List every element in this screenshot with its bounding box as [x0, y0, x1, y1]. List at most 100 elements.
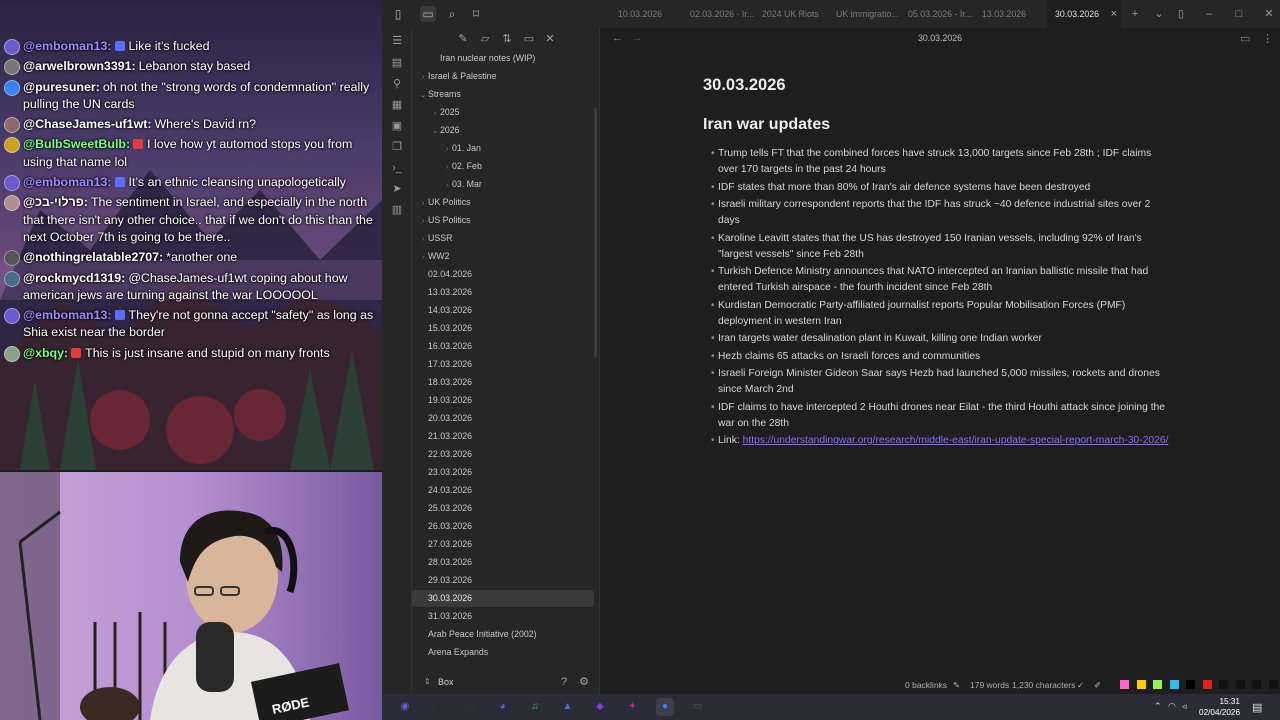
tree-file[interactable]: 20.03.2026	[412, 410, 594, 427]
volume-icon[interactable]: ◃	[1182, 701, 1187, 712]
discord-icon[interactable]: ◕	[494, 698, 512, 716]
tab[interactable]: 02.03.2026 - Ir...	[690, 0, 758, 28]
note-title[interactable]: 30.03.2026	[703, 74, 1173, 96]
new-tab-icon[interactable]: +	[1128, 7, 1142, 21]
tree-folder[interactable]: › US Politics	[412, 212, 594, 229]
sort-icon[interactable]: ⇅	[500, 32, 514, 46]
steam-icon[interactable]: S	[429, 698, 447, 716]
color-swatch[interactable]	[1169, 680, 1179, 689]
tree-folder[interactable]: › 01. Jan	[412, 140, 594, 157]
daily-note-icon[interactable]: ▤	[390, 56, 404, 70]
bookmark-icon[interactable]: ⌑	[468, 6, 484, 22]
tree-folder[interactable]: › 02. Feb	[412, 158, 594, 175]
tree-file[interactable]: 02.04.2026	[412, 266, 594, 283]
close-window-icon[interactable]: ✕	[1262, 7, 1276, 21]
network-icon[interactable]: ◠	[1168, 701, 1176, 712]
backlinks-count[interactable]: 0 backlinks	[905, 680, 947, 690]
tree-file[interactable]: 17.03.2026	[412, 356, 594, 373]
color-swatch[interactable]	[1219, 680, 1228, 689]
editor[interactable]: 30.03.2026 Iran war updates Trump tells …	[600, 50, 1276, 676]
tree-file[interactable]: 26.03.2026	[412, 518, 594, 535]
tree-file[interactable]: 25.03.2026	[412, 500, 594, 517]
files-icon[interactable]: ▭	[420, 6, 436, 22]
tree-file[interactable]: 18.03.2026	[412, 374, 594, 391]
chrome-icon[interactable]: ●	[656, 698, 674, 716]
tab[interactable]: 13.03.2026	[982, 0, 1050, 28]
new-note-icon[interactable]: ✎	[456, 32, 470, 46]
tree-folder[interactable]: › USSR	[412, 230, 594, 247]
search-icon[interactable]: ⌕	[444, 6, 460, 22]
sync-check-icon[interactable]: ✓	[1077, 680, 1084, 691]
more-options-icon[interactable]: ⋮	[1262, 32, 1273, 45]
right-sidebar-icon[interactable]: ▯	[1174, 7, 1188, 21]
tree-file[interactable]: 29.03.2026	[412, 572, 594, 589]
color-swatch[interactable]	[1136, 680, 1146, 689]
maximize-icon[interactable]: □	[1232, 7, 1246, 21]
app-blue-icon[interactable]: ▲	[559, 698, 577, 716]
pencil-icon[interactable]: ✎	[953, 680, 960, 691]
obsidian-icon[interactable]: ◆	[591, 698, 609, 716]
terminal-icon[interactable]: ›_	[390, 161, 404, 175]
tree-file[interactable]: 13.03.2026	[412, 284, 594, 301]
chevron-down-icon[interactable]: ⌄	[1152, 7, 1166, 21]
sidebar-scrollbar[interactable]	[594, 108, 597, 358]
explorer-icon[interactable]: ▭	[689, 698, 707, 716]
color-swatch[interactable]	[1202, 680, 1212, 689]
tree-file[interactable]: 30.03.2026	[412, 590, 594, 607]
vault-switcher[interactable]: ⇕ Box ? ⚙	[412, 672, 600, 694]
color-swatch[interactable]	[1186, 680, 1195, 689]
minimize-icon[interactable]: –	[1202, 7, 1216, 21]
highlighter-icon[interactable]: ✐	[1094, 680, 1101, 691]
tree-file[interactable]: 28.03.2026	[412, 554, 594, 571]
obs-icon[interactable]: ◉	[396, 698, 414, 716]
tab[interactable]: 10.03.2026	[618, 0, 686, 28]
tree-folder[interactable]: › 2025	[412, 104, 594, 121]
tree-file[interactable]: 16.03.2026	[412, 338, 594, 355]
color-swatch[interactable]	[1120, 680, 1129, 689]
tray-chevron-up-icon[interactable]: ⌃	[1154, 701, 1162, 712]
close-all-icon[interactable]: ✕	[543, 32, 557, 46]
color-swatch[interactable]	[1153, 680, 1162, 689]
canvas-icon[interactable]: ▦	[390, 98, 404, 112]
close-tab-icon[interactable]: ×	[1111, 0, 1117, 28]
calendar-icon[interactable]: ▣	[390, 119, 404, 133]
tree-file[interactable]: 31.03.2026	[412, 608, 594, 625]
tree-file[interactable]: 14.03.2026	[412, 302, 594, 319]
tree-file[interactable]: 27.03.2026	[412, 536, 594, 553]
reading-view-icon[interactable]: ▭	[1240, 32, 1250, 45]
send-icon[interactable]: ➤	[390, 182, 404, 196]
tree-file[interactable]: 24.03.2026	[412, 482, 594, 499]
notification-icon[interactable]: ▤	[1252, 701, 1262, 714]
app-pink-icon[interactable]: ✦	[624, 698, 642, 716]
tree-folder[interactable]: › WW2	[412, 248, 594, 265]
tab[interactable]: 05.03.2026 - Ir...	[908, 0, 978, 28]
tab[interactable]: 2024 UK Riots	[762, 0, 832, 28]
help-icon[interactable]: ?	[558, 676, 570, 688]
graph-icon[interactable]: ⚲	[390, 77, 404, 91]
tab[interactable]: 30.03.2026 ×	[1047, 0, 1121, 28]
color-swatch[interactable]	[1235, 680, 1245, 689]
new-folder-icon[interactable]: ▱	[478, 32, 492, 46]
settings-gear-icon[interactable]: ⚙	[578, 676, 590, 688]
tree-file[interactable]: 19.03.2026	[412, 392, 594, 409]
toggle-sidebar-icon[interactable]: ▯	[390, 6, 406, 22]
chrome-alt-icon[interactable]: ◎	[461, 698, 479, 716]
table-icon[interactable]: ▥	[390, 203, 404, 217]
tree-folder[interactable]: ⌄ Streams	[412, 86, 594, 103]
tree-file[interactable]: 21.03.2026	[412, 428, 594, 445]
spotify-icon[interactable]: ♫	[526, 698, 544, 716]
tree-file[interactable]: Arab Peace Initiative (2002)	[412, 626, 594, 643]
tree-file[interactable]: 23.03.2026	[412, 464, 594, 481]
source-link[interactable]: https://understandingwar.org/research/mi…	[743, 435, 1169, 446]
switcher-icon[interactable]: ☰	[390, 34, 404, 48]
tree-file[interactable]: 22.03.2026	[412, 446, 594, 463]
tree-folder[interactable]: › 03. Mar	[412, 176, 594, 193]
tree-file[interactable]: Asher Hirsch Ginsberg (Ahad Ha'a	[412, 662, 594, 666]
tree-folder[interactable]: › UK Politics	[412, 194, 594, 211]
collapse-icon[interactable]: ▭	[522, 32, 536, 46]
tree-folder[interactable]: ⌄ 2026	[412, 122, 594, 139]
editor-scrollbar[interactable]	[1272, 50, 1276, 676]
clock[interactable]: 15:31 02/04/2026	[1199, 696, 1240, 718]
tab[interactable]: UK immigratio...	[836, 0, 904, 28]
tree-file[interactable]: Iran nuclear notes (WIP)	[412, 50, 594, 67]
